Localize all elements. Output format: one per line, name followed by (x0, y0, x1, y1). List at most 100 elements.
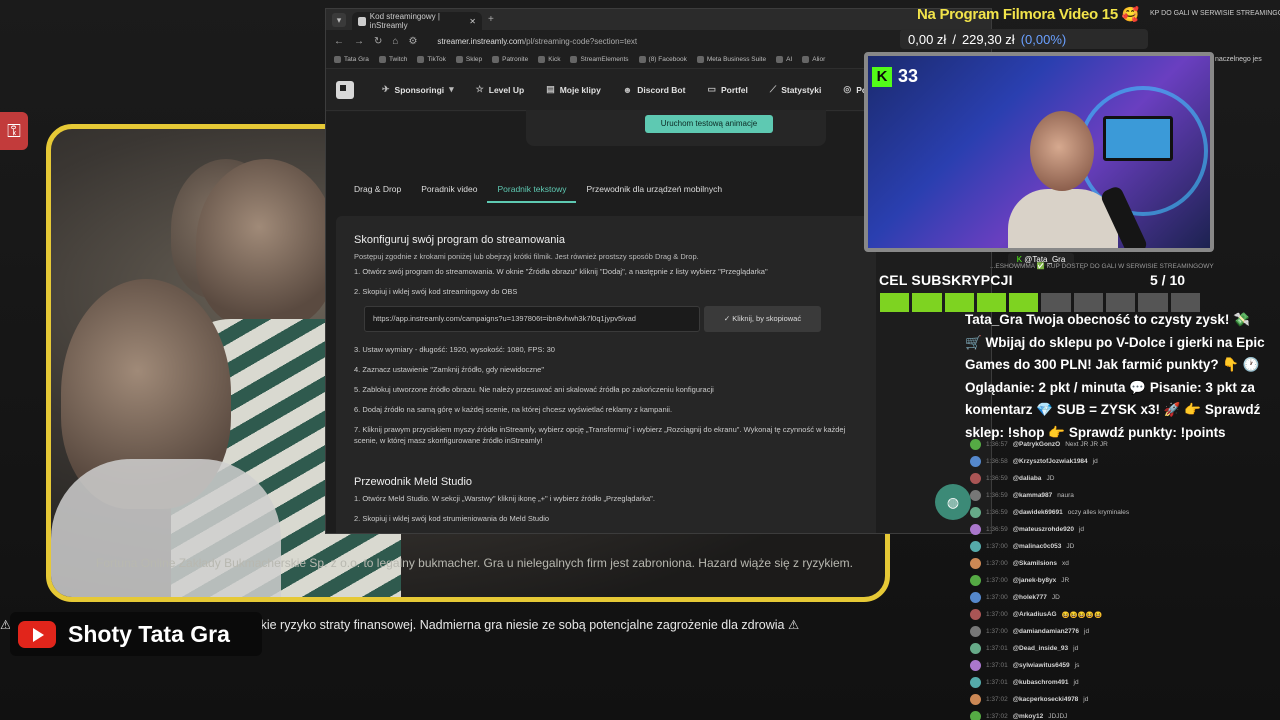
goal-segment (912, 293, 942, 312)
chat-user: @janek-by8yx (1012, 577, 1057, 584)
bookmark-item[interactable]: Patronite (492, 56, 529, 64)
bookmark-item[interactable]: (8) Facebook (638, 56, 687, 64)
address-bar[interactable]: streamer.instreamly.com/pl/streaming-cod… (437, 37, 929, 46)
bookmark-label: TikTok (427, 56, 446, 64)
home-icon[interactable]: ⌂ (392, 36, 398, 47)
chart-icon: ⟋ (769, 84, 777, 94)
avatar (970, 609, 981, 620)
guide-step: 5. Zablokuj utworzone źródło obrazu. Nie… (354, 385, 714, 394)
meld-step: 2. Skopiuj i wklej swój kod strumieniowa… (354, 514, 550, 523)
avatar (970, 677, 981, 688)
nav-label: Statystyki (781, 84, 822, 95)
avatar (970, 439, 981, 450)
sub-goal-count: 5 / 10 (1150, 272, 1186, 288)
tab-video-guide[interactable]: Poradnik video (411, 180, 487, 203)
chat-time: 1:36:59 (986, 475, 1008, 482)
tab-mobile-guide[interactable]: Przewodnik dla urządzeń mobilnych (576, 180, 732, 203)
guide-intro: Postępuj zgodnie z krokami poniżej lub o… (354, 252, 699, 261)
bookmark-item[interactable]: Sklep (455, 56, 482, 64)
close-tab-icon[interactable]: ✕ (469, 17, 476, 26)
chat-row: 1:36:58 @KrzysztofJozwiak1984 jd (970, 453, 1270, 470)
goal-segment (880, 293, 910, 312)
url-path: /pl/streaming-code?section=text (523, 36, 638, 46)
tab-title: Kod streamingowy | inStreamly (369, 12, 440, 30)
bookmark-label: Alior (812, 56, 826, 64)
chat-text: JDJDJ (1048, 713, 1068, 720)
bookmark-item[interactable]: AI (776, 56, 793, 64)
side-ticker: naczelnego jes (1215, 56, 1262, 63)
ad-disclaimer: Fortuna Online Zakłady Bukmacherskie Sp.… (96, 556, 854, 570)
nav-portfel[interactable]: ▭ Portfel (707, 84, 747, 95)
chat-time: 1:37:00 (986, 611, 1008, 618)
chat-preline: ...ESHOWMMA ✅ KUP DOSTĘP DO GALI W SERWI… (990, 263, 1214, 270)
guide-step: 6. Dodaj źródło na samą górę w każdej sc… (354, 405, 673, 414)
youtube-channel-badge: Shoty Tata Gra (10, 612, 262, 656)
chat-user: @Skamilsions (1012, 560, 1057, 567)
bookmark-item[interactable]: Meta Business Suite (696, 56, 766, 64)
reload-icon[interactable]: ↻ (374, 36, 382, 47)
money-percent: (0,00%) (1020, 31, 1067, 47)
bookmark-item[interactable]: Twitch (378, 56, 407, 64)
avatar (970, 711, 981, 720)
nav-sponsoringi[interactable]: ✈ Sponsoringi ▾ (382, 84, 454, 95)
chat-time: 1:37:01 (986, 662, 1008, 669)
chat-row: 1:37:01 @kubaschrom491 jd (970, 674, 1270, 691)
new-tab-button[interactable]: + (488, 14, 494, 25)
avatar (970, 626, 981, 637)
bookmark-item[interactable]: Alior (802, 56, 826, 64)
bookmark-icon (455, 56, 463, 64)
avatar (970, 575, 981, 586)
chat-time: 1:37:00 (986, 594, 1008, 601)
key-icon: ⚿ (0, 112, 28, 150)
browser-tab[interactable]: Kod streamingowy | inStreamly ✕ (352, 12, 482, 30)
avatar (970, 456, 981, 467)
bookmark-label: StreamElements (580, 56, 629, 64)
chat-user: @daliaba (1012, 475, 1042, 482)
forward-icon[interactable]: → (354, 36, 364, 47)
chat-time: 1:37:00 (986, 560, 1008, 567)
bookmark-icon (492, 56, 500, 64)
tab-menu-button[interactable]: ▾ (332, 12, 346, 27)
bookmark-icon (334, 56, 341, 64)
copy-button[interactable]: ✓ Kliknij, by skopiować (704, 306, 821, 332)
site-info-icon[interactable]: ⚙ (408, 36, 417, 47)
emoji-icon: 🥰 (1121, 6, 1139, 22)
goal-title-text: Na Program Filmora Video 15 (917, 6, 1118, 23)
discord-icon: ☻ (622, 84, 633, 95)
streaming-code-field[interactable]: https://app.instreamly.com/campaigns?u=1… (364, 306, 700, 332)
tab-text-guide[interactable]: Poradnik tekstowy (487, 180, 577, 203)
nav-discord-bot[interactable]: ☻ Discord Bot (623, 85, 686, 95)
bookmark-icon (538, 56, 546, 64)
bookmark-icon (378, 56, 386, 64)
bookmark-label: Patronite (502, 56, 529, 64)
chat-text: JD (1066, 543, 1075, 550)
chat-row: 1:36:59 @kamma987 naura (970, 487, 1270, 504)
bookmark-label: AI (786, 56, 793, 64)
bookmark-item[interactable]: Tata Gra (334, 56, 369, 64)
bookmark-item[interactable]: TikTok (417, 56, 446, 64)
nav-level-up[interactable]: ☆ Level Up (476, 84, 525, 95)
kick-icon: K (872, 66, 892, 87)
chat-text: jd (1084, 628, 1090, 635)
chat-row: 1:37:00 @malinac0c053 JD (970, 538, 1270, 555)
bookmark-icon (417, 56, 425, 64)
test-animation-button[interactable]: Uruchom testową animacje (645, 115, 773, 133)
tab-drag-drop[interactable]: Drag & Drop (344, 180, 411, 203)
support-chat-button[interactable]: ◍ (935, 484, 971, 520)
webcam-feed: K 33 (864, 52, 1214, 252)
bookmark-item[interactable]: Kick (538, 56, 560, 64)
nav-moje-klipy[interactable]: ▤ Moje klipy (546, 84, 601, 95)
nav-statystyki[interactable]: ⟋ Statystyki (770, 84, 821, 95)
browser-toolbar: ← → ↻ ⌂ ⚙ streamer.instreamly.com/pl/str… (326, 30, 991, 52)
bookmark-item[interactable]: StreamElements (570, 56, 629, 64)
ticker-text: KP DO GALI W SERWISIE STREAMINGOW (1150, 10, 1280, 17)
chat-row: 1:37:00 @ArkadiusAG 😆😆😆😆😆 (970, 606, 1270, 623)
chat-list: 1:36:57 @PatrykGonzO Next JR JR JR 1:36:58 @… (970, 436, 1270, 720)
instreamly-logo[interactable] (336, 80, 354, 99)
bookmark-label: Tata Gra (344, 56, 369, 64)
kick-viewer-count: K 33 (872, 66, 918, 87)
back-icon[interactable]: ← (334, 36, 344, 47)
chat-text: JR (1061, 577, 1070, 584)
chat-time: 1:36:59 (986, 492, 1008, 499)
code-row: https://app.instreamly.com/campaigns?u=1… (364, 306, 858, 332)
